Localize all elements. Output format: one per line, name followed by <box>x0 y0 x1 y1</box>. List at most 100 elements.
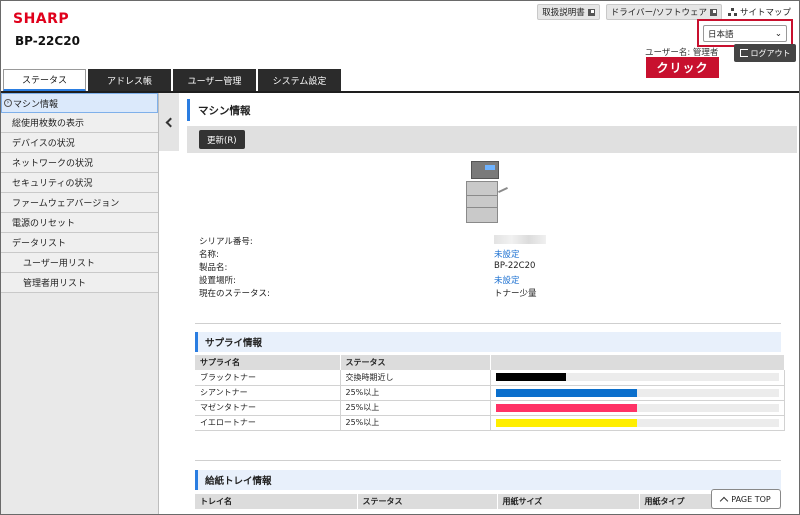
supply-name: マゼンタトナー <box>195 400 341 416</box>
logout-icon <box>739 49 748 57</box>
chevron-down-icon: ⌄ <box>774 28 782 39</box>
table-row: イエロートナー 25%以上 <box>195 415 785 431</box>
sidebar-item-network-status[interactable]: ネットワークの状況 <box>1 153 158 173</box>
info-value: BP-22C20 <box>494 261 536 271</box>
supply-name: シアントナー <box>195 385 341 401</box>
supply-level-cell <box>490 370 785 386</box>
sidebar-item-machine-info[interactable]: › マシン情報 <box>1 93 158 113</box>
info-row-status: 現在のステータス: トナー少量 <box>199 287 599 300</box>
sidebar-item-security-status[interactable]: セキュリティの状況 <box>1 173 158 193</box>
chevron-up-icon <box>720 496 729 505</box>
chevron-right-icon: › <box>4 99 12 107</box>
info-label: シリアル番号: <box>199 237 253 247</box>
table-row: マゼンタトナー 25%以上 <box>195 400 785 416</box>
column-header: トレイ名 <box>195 494 358 509</box>
chevron-left-icon <box>165 117 176 127</box>
top-links: 取扱説明書 ドライバー/ソフトウェア サイトマップ <box>537 4 791 20</box>
sitemap-icon <box>727 8 737 16</box>
level-bar-fill <box>495 403 637 412</box>
tray-table: トレイ名 ステータス 用紙サイズ 用紙タイプ <box>195 494 782 509</box>
tab-system-settings[interactable]: システム設定 <box>258 69 341 91</box>
language-select[interactable]: 日本語 ⌄ <box>703 25 787 42</box>
sidebar-collapse-button[interactable] <box>159 93 179 151</box>
external-link-icon <box>587 8 595 16</box>
column-header: サプライ名 <box>195 355 341 370</box>
info-value: トナー少量 <box>494 289 537 299</box>
page-title: マシン情報 <box>187 99 251 121</box>
sidebar-item-label: 管理者用リスト <box>23 279 87 289</box>
supply-section-title: サプライ情報 <box>195 332 781 352</box>
driver-software-link[interactable]: ドライバー/ソフトウェア <box>605 4 722 20</box>
sidebar-item-label: ファームウェアバージョン <box>12 199 120 209</box>
sidebar-item-label: ネットワークの状況 <box>12 159 94 169</box>
sidebar-item-label: 総使用枚数の表示 <box>12 119 85 129</box>
tab-user-management[interactable]: ユーザー管理 <box>173 69 256 91</box>
sidebar-item-label: データリスト <box>12 239 67 249</box>
info-label: 現在のステータス: <box>199 289 270 299</box>
supply-level-cell <box>490 415 785 431</box>
level-bar-fill <box>495 388 637 397</box>
supply-level-cell <box>490 385 785 401</box>
page-top-button[interactable]: PAGE TOP <box>711 489 781 509</box>
sidebar-item-admin-list[interactable]: 管理者用リスト <box>1 273 158 293</box>
sidebar: › マシン情報 総使用枚数の表示 デバイスの状況 ネットワークの状況 セキュリテ… <box>1 93 159 514</box>
printer-image <box>461 159 511 225</box>
logout-label: ログアウト <box>750 48 791 58</box>
sidebar-item-total-count[interactable]: 総使用枚数の表示 <box>1 113 158 133</box>
level-bar-fill <box>495 373 567 382</box>
manual-link-label: 取扱説明書 <box>542 8 585 18</box>
model-name: BP-22C20 <box>15 34 80 48</box>
sidebar-item-device-status[interactable]: デバイスの状況 <box>1 133 158 153</box>
name-link[interactable]: 未設定 <box>494 248 520 261</box>
language-highlight-box: 日本語 ⌄ <box>697 19 793 47</box>
main-content: マシン情報 更新(R) シリアル番号: 名称: 未設定 製品名: BP-22C2… <box>181 93 799 514</box>
serial-number-redacted <box>494 235 546 248</box>
divider <box>195 323 781 324</box>
info-label: 名称: <box>199 250 219 260</box>
main-tabs: ステータス アドレス帳 ユーザー管理 システム設定 <box>1 69 341 92</box>
app-frame: SHARP BP-22C20 取扱説明書 ドライバー/ソフトウェア サイトマップ… <box>0 0 800 515</box>
location-link[interactable]: 未設定 <box>494 274 520 287</box>
column-header <box>490 355 785 370</box>
tray-section-title: 給紙トレイ情報 <box>195 470 781 490</box>
machine-info-list: シリアル番号: 名称: 未設定 製品名: BP-22C20 設置場所: 未設定 … <box>199 235 599 300</box>
level-bar <box>495 373 779 382</box>
supply-status: 25%以上 <box>340 385 491 401</box>
sidebar-item-user-list[interactable]: ユーザー用リスト <box>1 253 158 273</box>
sidebar-item-firmware-version[interactable]: ファームウェアバージョン <box>1 193 158 213</box>
level-bar <box>495 418 779 427</box>
page-top-label: PAGE TOP <box>731 494 771 504</box>
level-bar <box>495 403 779 412</box>
click-callout: クリック <box>646 57 719 78</box>
sidebar-item-label: 電源のリセット <box>12 219 76 229</box>
info-row-serial: シリアル番号: <box>199 235 599 248</box>
toolbar: 更新(R) <box>187 126 797 153</box>
divider <box>195 460 781 461</box>
column-header: ステータス <box>357 494 498 509</box>
sidebar-item-label: ユーザー用リスト <box>23 259 95 269</box>
tab-status[interactable]: ステータス <box>3 69 86 92</box>
supply-status: 25%以上 <box>340 400 491 416</box>
info-label: 製品名: <box>199 263 228 273</box>
logout-button[interactable]: ログアウト <box>734 44 796 62</box>
sidebar-item-label: マシン情報 <box>13 99 59 110</box>
sidebar-item-power-reset[interactable]: 電源のリセット <box>1 213 158 233</box>
column-header: 用紙サイズ <box>497 494 640 509</box>
supply-status: 交換時期近し <box>340 370 491 386</box>
sitemap-link[interactable]: サイトマップ <box>727 6 791 18</box>
tab-address-book[interactable]: アドレス帳 <box>88 69 171 91</box>
language-value: 日本語 <box>708 29 734 40</box>
supply-level-cell <box>490 400 785 416</box>
info-row-product: 製品名: BP-22C20 <box>199 261 599 274</box>
info-row-name: 名称: 未設定 <box>199 248 599 261</box>
sitemap-label: サイトマップ <box>739 8 791 18</box>
supply-name: ブラックトナー <box>195 370 341 386</box>
refresh-button[interactable]: 更新(R) <box>199 130 245 149</box>
supply-name: イエロートナー <box>195 415 341 431</box>
sidebar-item-data-list[interactable]: データリスト <box>1 233 158 253</box>
brand-logo: SHARP <box>13 11 70 27</box>
external-link-icon <box>709 8 717 16</box>
manual-link[interactable]: 取扱説明書 <box>537 4 600 20</box>
supply-table: サプライ名 ステータス ブラックトナー 交換時期近し シアントナー 25%以上 マゼンタ… <box>195 355 785 431</box>
info-row-location: 設置場所: 未設定 <box>199 274 599 287</box>
